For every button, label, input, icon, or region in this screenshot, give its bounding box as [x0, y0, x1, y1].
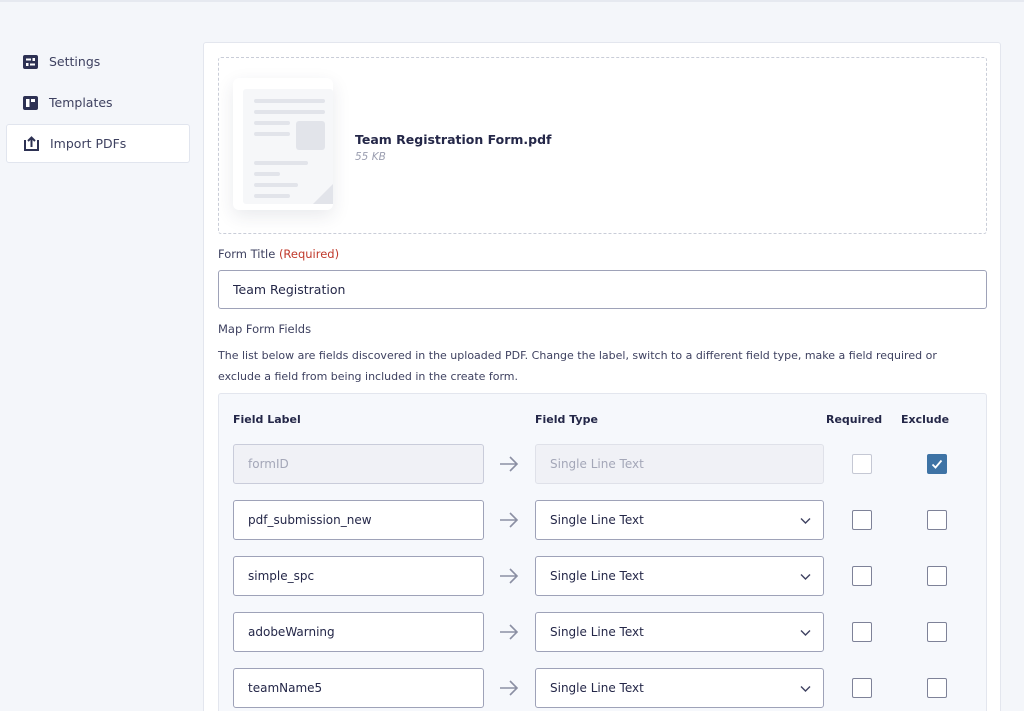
- required-checkbox[interactable]: [852, 622, 872, 642]
- chevron-down-icon: [800, 630, 811, 636]
- table-row: pdf_submission_new Single Line Text: [219, 500, 988, 540]
- column-header-required: Required: [826, 413, 883, 426]
- required-indicator: (Required): [278, 247, 340, 261]
- import-pdf-panel: Team Registration Form.pdf 55 KB Form Ti…: [203, 42, 1001, 711]
- exclude-checkbox[interactable]: [927, 510, 947, 530]
- pdf-dropzone[interactable]: Team Registration Form.pdf 55 KB: [218, 57, 987, 234]
- pdf-document-icon: [243, 89, 333, 204]
- top-divider: [0, 0, 1024, 2]
- upload-icon: [23, 136, 39, 152]
- chevron-down-icon: [800, 686, 811, 692]
- field-type-select[interactable]: Single Line Text: [535, 612, 824, 652]
- table-row: formID Single Line Text: [219, 444, 988, 484]
- field-label-input[interactable]: simple_spc: [233, 556, 484, 596]
- sidebar-item-label: Templates: [49, 95, 113, 110]
- required-checkbox: [852, 454, 872, 474]
- field-type-value: Single Line Text: [550, 625, 644, 639]
- map-fields-heading: Map Form Fields: [218, 322, 312, 336]
- exclude-checkbox[interactable]: [927, 566, 947, 586]
- uploaded-file-name: Team Registration Form.pdf: [355, 132, 552, 147]
- table-row: teamName5 Single Line Text: [219, 668, 988, 708]
- sidebar: Settings Templates Import PDFs: [6, 42, 190, 165]
- form-title-label-text: Form Title: [218, 247, 276, 261]
- column-header-exclude: Exclude: [901, 413, 950, 426]
- field-type-select[interactable]: Single Line Text: [535, 668, 824, 708]
- field-type-value: Single Line Text: [550, 513, 644, 527]
- sidebar-item-settings[interactable]: Settings: [6, 42, 190, 81]
- map-fields-description: The list below are fields discovered in …: [218, 349, 937, 383]
- column-header-field-label: Field Label: [233, 413, 301, 426]
- field-label-input[interactable]: adobeWarning: [233, 612, 484, 652]
- chevron-down-icon: [800, 574, 811, 580]
- arrow-right-icon: [500, 456, 519, 472]
- required-checkbox[interactable]: [852, 678, 872, 698]
- table-row: adobeWarning Single Line Text: [219, 612, 988, 652]
- arrow-right-icon: [500, 568, 519, 584]
- templates-icon: [22, 95, 38, 111]
- form-title-label: Form Title (Required): [218, 247, 339, 261]
- required-checkbox[interactable]: [852, 510, 872, 530]
- field-type-select: Single Line Text: [535, 444, 824, 484]
- field-mapping-table: Field Label Field Type Required Exclude …: [218, 393, 987, 711]
- required-checkbox[interactable]: [852, 566, 872, 586]
- chevron-down-icon: [800, 518, 811, 524]
- column-header-field-type: Field Type: [535, 413, 598, 426]
- field-type-value: Single Line Text: [550, 681, 644, 695]
- field-label-input[interactable]: teamName5: [233, 668, 484, 708]
- field-label-input[interactable]: pdf_submission_new: [233, 500, 484, 540]
- arrow-right-icon: [500, 680, 519, 696]
- exclude-checkbox[interactable]: [927, 622, 947, 642]
- table-row: simple_spc Single Line Text: [219, 556, 988, 596]
- field-label-input: formID: [233, 444, 484, 484]
- exclude-checkbox[interactable]: [927, 678, 947, 698]
- sidebar-item-templates[interactable]: Templates: [6, 83, 190, 122]
- form-title-input[interactable]: [218, 270, 987, 309]
- exclude-checkbox[interactable]: [927, 454, 947, 474]
- arrow-right-icon: [500, 624, 519, 640]
- sidebar-item-label: Import PDFs: [50, 136, 127, 151]
- checkmark-icon: [931, 459, 943, 469]
- sidebar-item-import-pdfs[interactable]: Import PDFs: [6, 124, 190, 163]
- field-type-value: Single Line Text: [550, 569, 644, 583]
- field-type-select[interactable]: Single Line Text: [535, 556, 824, 596]
- uploaded-file-size: 55 KB: [355, 151, 386, 163]
- sidebar-item-label: Settings: [49, 54, 101, 69]
- arrow-right-icon: [500, 512, 519, 528]
- settings-sliders-icon: [22, 54, 38, 70]
- field-type-select[interactable]: Single Line Text: [535, 500, 824, 540]
